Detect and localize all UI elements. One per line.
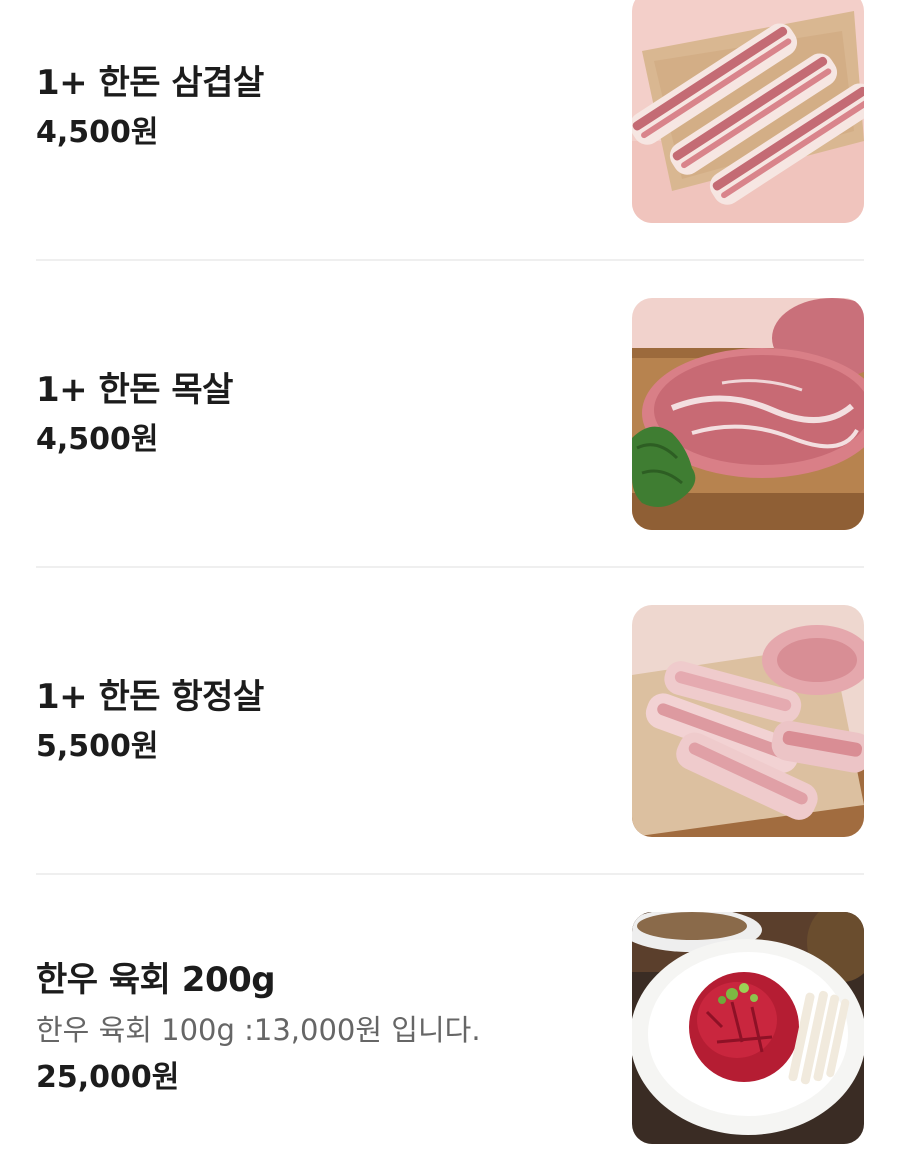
menu-item-name: 1+ 한돈 삼겹살 <box>36 63 264 103</box>
menu-item-beef-tartare[interactable]: 한우 육회 200g 한우 육회 100g :13,000원 입니다. 25,0… <box>36 912 864 1144</box>
menu-item-price: 25,000원 <box>36 1060 180 1095</box>
menu-item-pork-neck[interactable]: 1+ 한돈 목살 4,500원 <box>36 298 864 530</box>
pork-belly-photo[interactable] <box>632 0 864 223</box>
menu-item-name: 1+ 한돈 항정살 <box>36 677 264 717</box>
menu-list: 1+ 한돈 삼겹살 4,500원 1+ 한돈 목살 4,500원 1+ 한돈 항… <box>0 0 900 1159</box>
beef-tartare-photo[interactable] <box>632 912 864 1144</box>
menu-item-text: 1+ 한돈 목살 4,500원 <box>36 298 596 530</box>
divider <box>36 259 864 261</box>
divider <box>36 873 864 875</box>
menu-item-text: 1+ 한돈 삼겹살 4,500원 <box>36 0 596 223</box>
menu-item-description: 한우 육회 100g :13,000원 입니다. <box>36 1013 481 1047</box>
menu-item-name: 1+ 한돈 목살 <box>36 370 233 410</box>
menu-item-price: 4,500원 <box>36 422 159 457</box>
pork-jowl-photo[interactable] <box>632 605 864 837</box>
divider <box>36 566 864 568</box>
menu-item-pork-belly[interactable]: 1+ 한돈 삼겹살 4,500원 <box>36 0 864 223</box>
menu-item-name: 한우 육회 200g <box>36 960 276 1000</box>
menu-item-price: 5,500원 <box>36 729 159 764</box>
pork-neck-photo[interactable] <box>632 298 864 530</box>
menu-item-pork-jowl[interactable]: 1+ 한돈 항정살 5,500원 <box>36 605 864 837</box>
menu-item-text: 한우 육회 200g 한우 육회 100g :13,000원 입니다. 25,0… <box>36 912 596 1144</box>
menu-item-price: 4,500원 <box>36 115 159 150</box>
menu-item-text: 1+ 한돈 항정살 5,500원 <box>36 605 596 837</box>
